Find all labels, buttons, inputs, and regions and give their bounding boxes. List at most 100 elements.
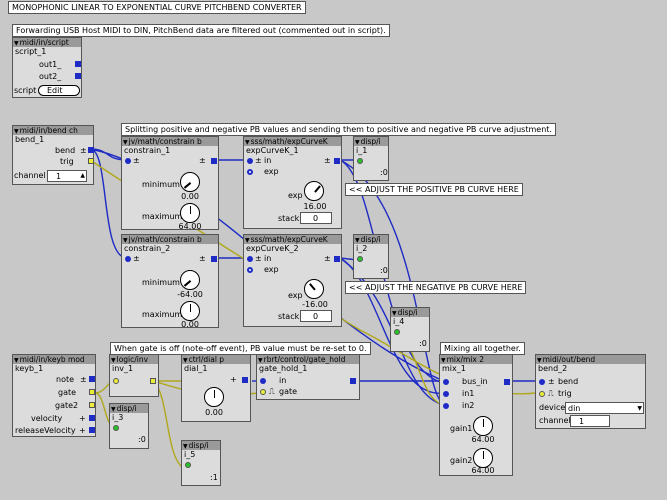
outlet-note[interactable] bbox=[89, 376, 95, 382]
mix-object[interactable]: mix/mix 2 mix_1 bus_in in1 in2 gain1 64.… bbox=[439, 354, 513, 476]
expcurve1-object[interactable]: sss/math/expCurveK expCurveK_1 ± in ± ex… bbox=[243, 136, 342, 229]
min-label: minimum bbox=[142, 180, 180, 189]
display-i1[interactable]: disp/i i_1 :0 bbox=[353, 136, 389, 181]
object-type: midi/in/keyb mod bbox=[13, 355, 95, 364]
outlet-gate2[interactable] bbox=[89, 402, 95, 408]
max-knob[interactable] bbox=[180, 203, 200, 223]
inlet-label: exp bbox=[264, 167, 279, 176]
gate-hold-object[interactable]: rbrt/control/gate_hold gate_hold_1 in ⎍ … bbox=[256, 354, 360, 400]
display-i2[interactable]: disp/i i_2 :0 bbox=[353, 234, 389, 279]
dial-object[interactable]: ctrl/dial p dial_1 + 0.00 bbox=[181, 354, 251, 422]
inlet-in[interactable] bbox=[185, 462, 191, 468]
display-i3[interactable]: disp/i i_3 :0 bbox=[109, 403, 149, 449]
exp-knob[interactable] bbox=[304, 181, 324, 201]
outlet-trig[interactable] bbox=[88, 158, 94, 164]
outlet-label: gate bbox=[58, 388, 77, 397]
gate-symbol-icon: ⎍ bbox=[269, 387, 275, 396]
object-name: expCurveK_1 bbox=[246, 146, 299, 155]
inlet-in[interactable] bbox=[247, 158, 253, 164]
object-name: keyb_1 bbox=[15, 364, 44, 373]
object-type: disp/i bbox=[354, 235, 388, 244]
inlet-in[interactable] bbox=[394, 329, 400, 335]
inlet-bend[interactable] bbox=[539, 379, 545, 385]
max-knob[interactable] bbox=[180, 301, 200, 321]
channel-value: 1 bbox=[56, 172, 62, 181]
device-label: device bbox=[539, 403, 566, 412]
inlet-exp[interactable] bbox=[247, 169, 253, 175]
bend-out-object[interactable]: midi/out/bend bend_2 ± bend ⎍ trig devic… bbox=[535, 354, 646, 429]
inlet-in[interactable] bbox=[357, 256, 363, 262]
outlet-release-velocity[interactable] bbox=[89, 427, 95, 433]
inlet-bus-in[interactable] bbox=[443, 379, 449, 385]
inlet-in2[interactable] bbox=[443, 403, 449, 409]
exp-knob[interactable] bbox=[304, 279, 324, 299]
comment-forwarding: Forwarding USB Host MIDI to DIN, PitchBe… bbox=[12, 24, 390, 37]
logic-inv-object[interactable]: logic/inv inv_1 bbox=[109, 354, 159, 397]
channel-spinner[interactable]: 1 ▲ bbox=[47, 170, 87, 182]
inlet-in[interactable] bbox=[125, 158, 131, 164]
inlet-trig[interactable] bbox=[539, 391, 545, 397]
inlet-in[interactable] bbox=[113, 378, 119, 384]
comment-splitting: Splitting positive and negative PB value… bbox=[121, 123, 556, 136]
channel-spinner[interactable]: 1 bbox=[570, 415, 610, 427]
inlet-in[interactable] bbox=[113, 425, 119, 431]
inlet-exp[interactable] bbox=[247, 267, 253, 273]
outlet-label: bend bbox=[55, 146, 76, 155]
min-knob[interactable] bbox=[180, 172, 200, 192]
inlet-in1[interactable] bbox=[443, 391, 449, 397]
inlet-in[interactable] bbox=[260, 378, 266, 384]
script-object[interactable]: midi/in/script script_1 out1_ out2_ scri… bbox=[12, 37, 82, 98]
outlet-out[interactable] bbox=[334, 158, 340, 164]
object-type: mix/mix 2 bbox=[440, 355, 512, 364]
outlet-out[interactable] bbox=[150, 378, 156, 384]
outlet-out[interactable] bbox=[211, 158, 217, 164]
constrain1-object[interactable]: jv/math/constrain b constrain_1 ± ± mini… bbox=[121, 136, 219, 231]
stack-label: stack bbox=[278, 214, 300, 223]
object-name: i_5 bbox=[184, 450, 196, 459]
min-knob[interactable] bbox=[180, 270, 200, 290]
outlet-out[interactable] bbox=[242, 377, 248, 383]
outlet-velocity[interactable] bbox=[89, 415, 95, 421]
inlet-label: exp bbox=[264, 265, 279, 274]
inlet-in[interactable] bbox=[357, 158, 363, 164]
stack-spinner[interactable]: 0 bbox=[300, 212, 332, 224]
stack-value: 0 bbox=[313, 214, 319, 223]
edit-button[interactable]: Edit bbox=[38, 85, 80, 96]
inlet-label: in1 bbox=[462, 389, 475, 398]
stack-label: stack bbox=[278, 312, 300, 321]
inlet-in[interactable] bbox=[125, 256, 131, 262]
gain2-value: 64.00 bbox=[471, 466, 495, 475]
outlet-out[interactable] bbox=[334, 256, 340, 262]
outlet-label: releaseVelocity bbox=[15, 426, 76, 435]
outlet-bend[interactable] bbox=[88, 147, 94, 153]
constrain2-object[interactable]: jv/math/constrain b constrain_2 ± ± mini… bbox=[121, 234, 219, 329]
device-value: din bbox=[568, 404, 581, 413]
stack-value: 0 bbox=[313, 312, 319, 321]
outlet-out2[interactable] bbox=[75, 73, 81, 79]
display-value: :0 bbox=[138, 435, 146, 444]
outlet-out[interactable] bbox=[504, 379, 510, 385]
outlet-out[interactable] bbox=[211, 256, 217, 262]
object-name: inv_1 bbox=[112, 364, 134, 373]
object-name: script_1 bbox=[15, 47, 47, 56]
bend-in-object[interactable]: midi/in/bend ch bend_1 bend ± trig chann… bbox=[12, 125, 94, 185]
expcurve2-object[interactable]: sss/math/expCurveK expCurveK_2 ± in ± ex… bbox=[243, 234, 342, 327]
outlet-out[interactable] bbox=[350, 378, 356, 384]
outlet-gate[interactable] bbox=[89, 389, 95, 395]
display-i5[interactable]: disp/i i_5 :1 bbox=[181, 440, 221, 486]
object-type: ctrl/dial p bbox=[182, 355, 250, 364]
stack-spinner[interactable]: 0 bbox=[300, 310, 332, 322]
outlet-label: note bbox=[56, 375, 75, 384]
gain2-knob[interactable] bbox=[473, 448, 493, 468]
inlet-label: bus_in bbox=[462, 377, 488, 386]
gain1-knob[interactable] bbox=[473, 416, 493, 436]
max-value: 0.00 bbox=[181, 320, 199, 329]
outlet-out1[interactable] bbox=[75, 61, 81, 67]
object-name: i_2 bbox=[356, 244, 368, 253]
keyb-object[interactable]: midi/in/keyb mod keyb_1 note ± gate gate… bbox=[12, 354, 96, 437]
device-select[interactable]: din ▼ bbox=[565, 402, 644, 414]
inlet-gate[interactable] bbox=[260, 389, 266, 395]
display-i4[interactable]: disp/i i_4 :0 bbox=[390, 307, 430, 352]
dial-knob[interactable] bbox=[204, 387, 224, 407]
inlet-in[interactable] bbox=[247, 256, 253, 262]
